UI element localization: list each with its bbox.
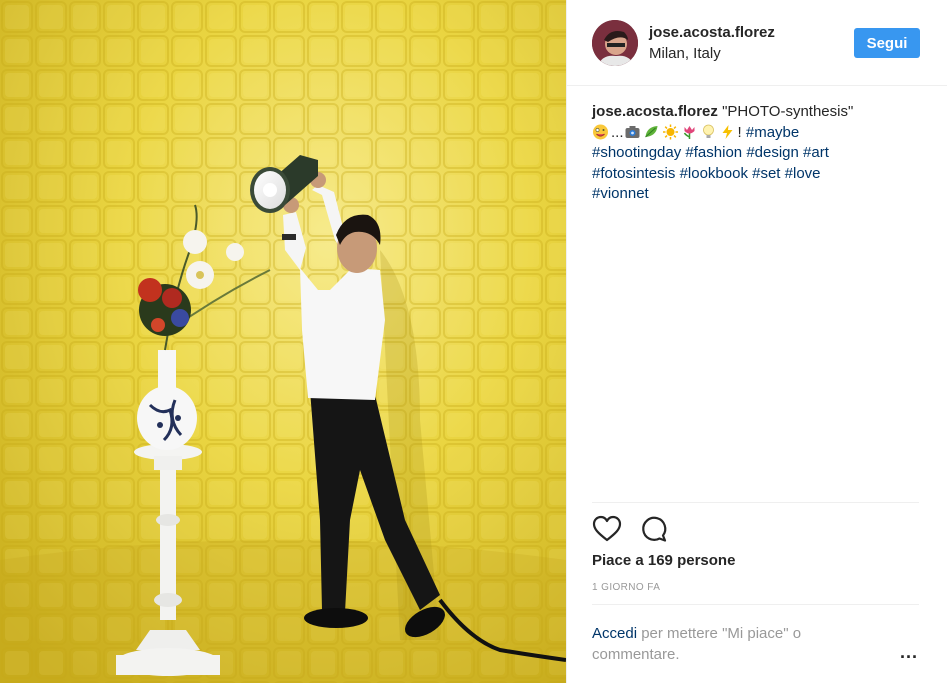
login-link[interactable]: Accedi xyxy=(592,625,637,642)
caption-exclaim: ! xyxy=(737,123,742,141)
comment-icon xyxy=(642,516,667,542)
caption: jose.acosta.florez "PHOTO-synthesis" ...… xyxy=(592,102,912,205)
photo-illustration xyxy=(0,0,566,683)
hashtag-link[interactable]: #love xyxy=(785,165,821,182)
comment-divider xyxy=(592,604,919,605)
hashtag-link[interactable]: #maybe xyxy=(746,124,799,141)
more-options-button[interactable]: ... xyxy=(900,642,918,663)
post-timestamp[interactable]: 1 GIORNO FA xyxy=(592,582,660,593)
comment-button[interactable] xyxy=(639,514,669,544)
hashtag-link[interactable]: #art xyxy=(803,144,829,161)
likes-count[interactable]: Piace a 169 persone xyxy=(592,552,735,569)
actions-divider xyxy=(592,502,919,503)
username[interactable]: jose.acosta.florez xyxy=(649,24,775,41)
login-prompt: Accedi per mettere "Mi piace" o commenta… xyxy=(592,623,872,665)
lightning-emoji-icon xyxy=(722,124,733,139)
camera-emoji-icon xyxy=(625,125,640,138)
hashtag-link[interactable]: #set xyxy=(752,165,780,182)
crazy-face-emoji-icon xyxy=(593,124,608,139)
avatar-image xyxy=(592,20,638,66)
hashtag-link[interactable]: #lookbook xyxy=(680,165,748,182)
caption-author[interactable]: jose.acosta.florez xyxy=(592,103,718,120)
light-bulb-emoji-icon xyxy=(702,124,714,138)
leaf-emoji-icon xyxy=(644,125,658,137)
hashtag-link[interactable]: #vionnet xyxy=(592,185,649,202)
follow-button[interactable]: Segui xyxy=(854,28,920,58)
like-button[interactable] xyxy=(592,514,622,544)
heart-icon xyxy=(592,515,622,542)
hashtag-link[interactable]: #fotosintesis xyxy=(592,165,675,182)
sun-emoji-icon xyxy=(662,124,678,139)
avatar[interactable] xyxy=(592,20,638,66)
location[interactable]: Milan, Italy xyxy=(649,45,721,62)
tulip-emoji-icon xyxy=(683,125,695,139)
hashtag-link[interactable]: #design xyxy=(746,144,799,161)
post-header: jose.acosta.florez Milan, Italy Segui xyxy=(567,0,947,86)
post-photo[interactable] xyxy=(0,0,566,683)
post-details-panel: jose.acosta.florez Milan, Italy Segui jo… xyxy=(566,0,947,683)
caption-title: "PHOTO-synthesis" xyxy=(722,103,854,120)
caption-ellipsis: ... xyxy=(611,123,624,141)
hashtag-link[interactable]: #shootingday xyxy=(592,144,681,161)
hashtag-link[interactable]: #fashion xyxy=(685,144,742,161)
